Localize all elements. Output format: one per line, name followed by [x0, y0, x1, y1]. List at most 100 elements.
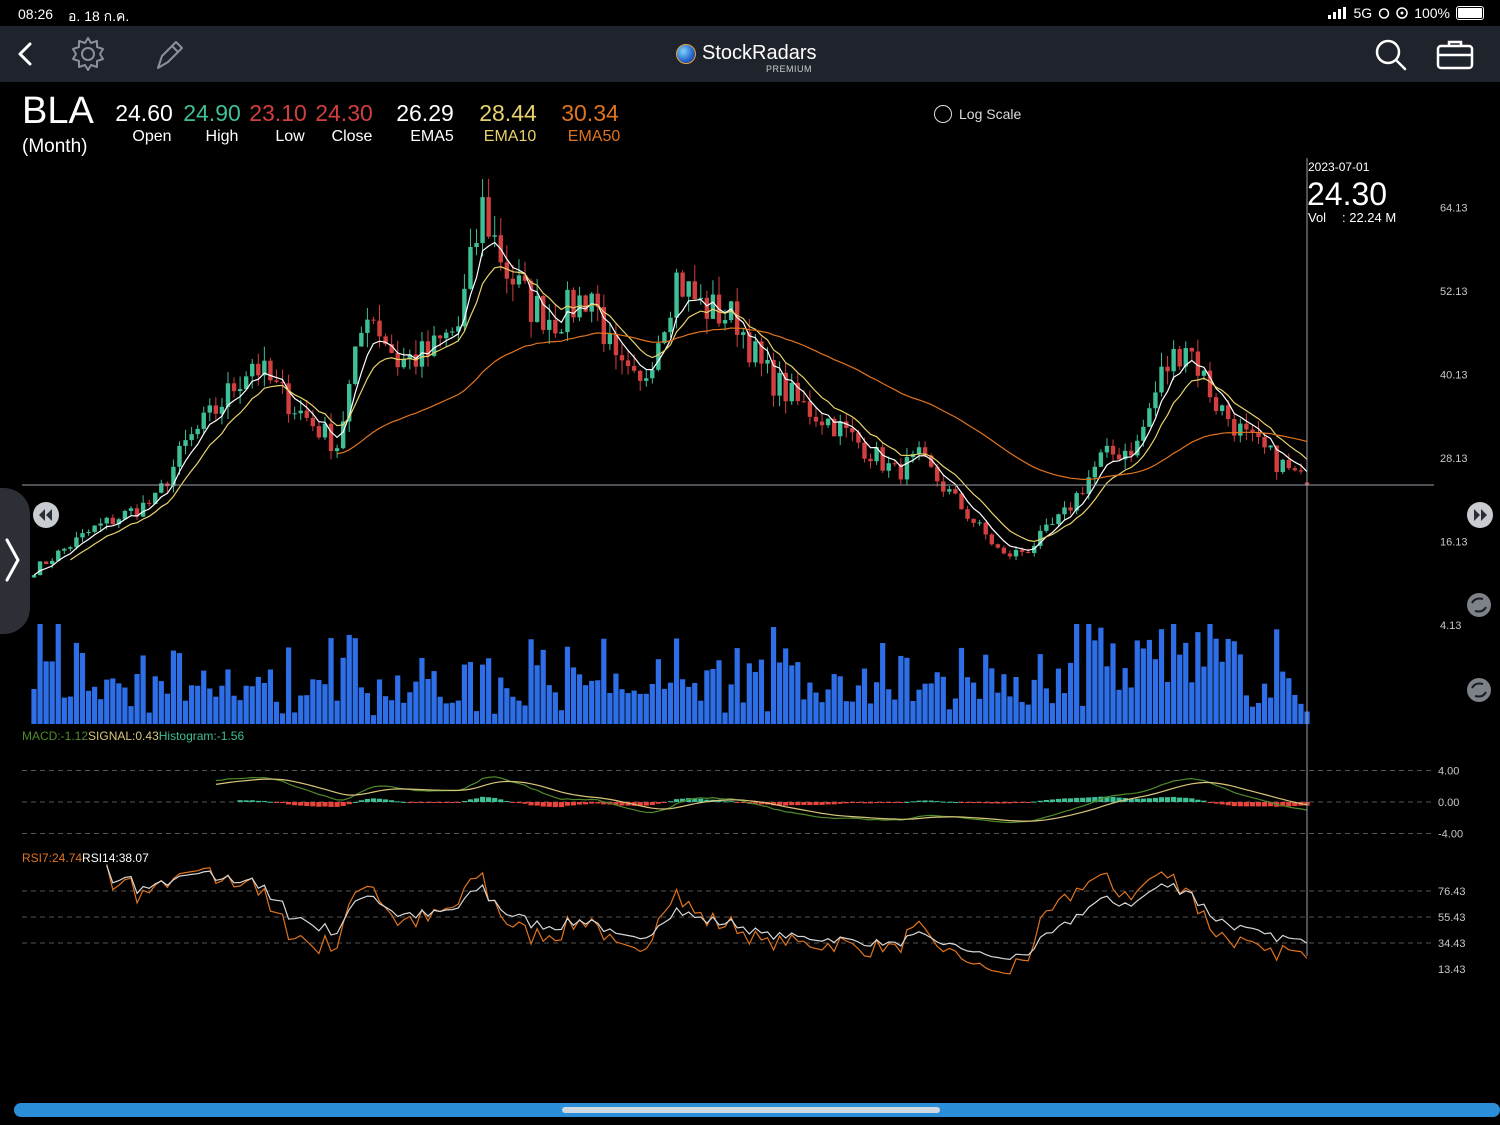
- volume-bar: [958, 647, 965, 724]
- candle-body: [140, 502, 146, 517]
- macd-histogram-bar: [1140, 798, 1146, 802]
- scrollbar-thumb[interactable]: [562, 1107, 940, 1113]
- stock-symbol: BLA: [22, 90, 94, 132]
- volume-bar: [1164, 681, 1171, 724]
- volume-bar: [734, 648, 740, 724]
- volume-bar: [292, 712, 298, 724]
- macd-histogram-bar: [352, 801, 358, 803]
- macd-histogram-bar: [1049, 799, 1055, 802]
- ema10-label: EMA10: [483, 128, 537, 145]
- candle-body: [1159, 366, 1164, 393]
- volume-bar: [1261, 683, 1268, 724]
- candle-body: [92, 525, 97, 532]
- volume-bar: [843, 701, 849, 724]
- low-label: Low: [275, 128, 305, 145]
- candle-body: [231, 383, 237, 392]
- macd-histogram-bar: [340, 802, 346, 806]
- macd-histogram-bar: [807, 802, 813, 806]
- volume-bar: [667, 682, 674, 724]
- candle-body: [474, 242, 479, 248]
- scroll-forward-button[interactable]: [1467, 502, 1493, 528]
- volume-bar: [1177, 654, 1183, 724]
- volume-bar: [528, 639, 534, 724]
- low-value: 23.10: [249, 100, 307, 126]
- macd-histogram-bar: [946, 801, 952, 803]
- candle-body: [1050, 523, 1055, 525]
- candle-body: [668, 317, 673, 333]
- candle-body: [807, 401, 813, 417]
- portfolio-briefcase-icon[interactable]: [1435, 34, 1475, 74]
- volume-bar: [1243, 695, 1249, 724]
- candle-body: [49, 560, 55, 565]
- volume-bar: [601, 638, 607, 724]
- volume-bar: [1031, 679, 1037, 724]
- volume-bar: [819, 702, 825, 724]
- candle-body: [292, 413, 297, 415]
- volume-bar: [1158, 629, 1165, 724]
- stock-chart[interactable]: 64.13 52.13 40.13 28.13 16.13 4.13 4.00 0.00 -4.…: [0, 150, 1500, 980]
- chart-range-scrollbar[interactable]: [14, 1103, 1500, 1117]
- volume-bar: [552, 692, 558, 724]
- volume-bar: [1074, 624, 1080, 724]
- macd-histogram-bar: [843, 802, 849, 804]
- macd-histogram-bar: [1171, 796, 1177, 802]
- high-label: High: [205, 128, 239, 145]
- volume-bar: [437, 696, 443, 724]
- volume-bar: [1274, 629, 1280, 724]
- volume-bar: [461, 664, 467, 724]
- candle-body: [365, 319, 370, 333]
- volume-bar: [516, 700, 522, 724]
- volume-bar: [419, 657, 425, 724]
- candle-body: [486, 197, 491, 237]
- back-chevron-icon[interactable]: [6, 34, 46, 74]
- volume-bar: [182, 700, 189, 724]
- macd-histogram-bar: [813, 802, 819, 806]
- log-scale-toggle[interactable]: Log Scale: [934, 105, 1021, 123]
- chevron-right-icon[interactable]: [4, 538, 22, 582]
- ema50-line: [336, 327, 1308, 481]
- volume-bar: [128, 706, 134, 724]
- rsi-panel: [22, 864, 1434, 975]
- ema-lines: [33, 241, 1308, 576]
- crosshair-vol-label: Vol: [1308, 210, 1326, 225]
- volume-bar: [1055, 668, 1062, 724]
- volume-bar: [1025, 704, 1031, 724]
- volume-bar: [364, 693, 371, 724]
- volume-bar: [492, 713, 498, 724]
- candle-body: [977, 522, 982, 524]
- volume-bar: [134, 674, 140, 724]
- volume-bar: [267, 669, 274, 724]
- macd-histogram-bar: [467, 799, 474, 802]
- volume-bar: [49, 661, 55, 724]
- candle-body: [1098, 452, 1104, 467]
- volume-bar: [164, 693, 170, 724]
- side-drawer-handle[interactable]: [0, 488, 30, 634]
- macd-histogram-bar: [1207, 802, 1213, 803]
- volume-bar: [1043, 688, 1049, 724]
- macd-histogram-bar: [1055, 798, 1062, 802]
- pen-tool-icon[interactable]: [150, 34, 190, 74]
- volume-bar: [1268, 697, 1274, 724]
- candle-body: [1250, 429, 1255, 432]
- candle-body: [1298, 470, 1304, 472]
- macd-histogram-bar: [734, 802, 740, 803]
- search-icon[interactable]: [1370, 34, 1410, 74]
- candle-body: [462, 288, 467, 327]
- volume-bar: [425, 679, 431, 724]
- macd-histogram-bar: [425, 802, 431, 803]
- macd-histogram-bar: [970, 802, 977, 804]
- sync-button-volume[interactable]: [1467, 678, 1491, 702]
- macd-histogram-bar: [1255, 802, 1262, 807]
- radio-circle-icon[interactable]: [934, 105, 952, 123]
- volume-bar: [225, 669, 231, 724]
- scroll-back-button[interactable]: [33, 502, 59, 528]
- macd-histogram-bar: [461, 801, 467, 803]
- candle-body: [183, 440, 188, 446]
- gear-icon[interactable]: [68, 34, 108, 74]
- volume-bar: [649, 684, 655, 724]
- macd-histogram-bar: [1177, 797, 1183, 802]
- sync-button-price[interactable]: [1467, 593, 1491, 617]
- candle-body: [1141, 426, 1146, 441]
- candle-body: [1286, 459, 1292, 469]
- rsi-tick-label: 13.43: [1438, 964, 1466, 976]
